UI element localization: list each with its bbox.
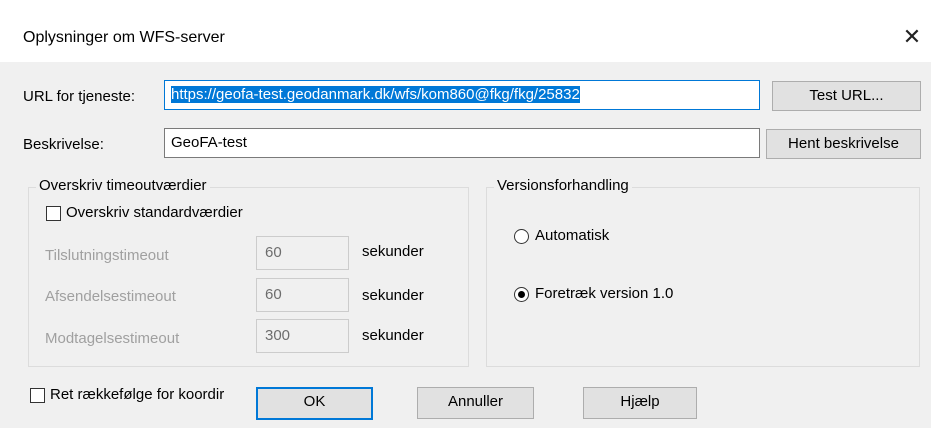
url-label: URL for tjeneste: — [23, 88, 135, 105]
close-icon[interactable]: ✕ — [893, 18, 931, 56]
title-bar: Oplysninger om WFS-server ✕ — [0, 0, 931, 62]
receive-timeout-input: 300 — [256, 319, 349, 353]
radio-selected-dot — [518, 291, 525, 298]
connect-timeout-input: 60 — [256, 236, 349, 270]
help-button[interactable]: Hjælp — [583, 387, 697, 419]
send-timeout-unit: sekunder — [362, 287, 424, 304]
automatic-radio[interactable] — [514, 229, 529, 244]
dialog-body: URL for tjeneste: https://geofa-test.geo… — [0, 62, 931, 428]
cancel-button[interactable]: Annuller — [417, 387, 534, 419]
connect-timeout-label: Tilslutningstimeout — [45, 247, 169, 264]
receive-timeout-unit: sekunder — [362, 327, 424, 344]
description-label: Beskrivelse: — [23, 136, 104, 153]
override-defaults-label: Overskriv standardværdier — [66, 204, 243, 221]
send-timeout-label: Afsendelsestimeout — [45, 288, 176, 305]
prefer-v1-label: Foretræk version 1.0 — [535, 285, 674, 302]
receive-timeout-label: Modtagelsestimeout — [45, 330, 180, 347]
timeouts-legend: Overskriv timeoutværdier — [36, 177, 210, 194]
coord-order-checkbox[interactable] — [30, 388, 45, 403]
version-group — [486, 187, 920, 367]
url-value: https://geofa-test.geodanmark.dk/wfs/kom… — [171, 86, 580, 103]
description-input[interactable]: GeoFA-test — [164, 128, 760, 158]
connect-timeout-unit: sekunder — [362, 243, 424, 260]
ok-button[interactable]: OK — [256, 387, 373, 420]
fetch-description-button[interactable]: Hent beskrivelse — [766, 129, 921, 159]
override-defaults-checkbox[interactable] — [46, 206, 61, 221]
url-input[interactable]: https://geofa-test.geodanmark.dk/wfs/kom… — [164, 80, 760, 110]
automatic-label: Automatisk — [535, 227, 610, 244]
prefer-v1-radio[interactable] — [514, 287, 529, 302]
window-title: Oplysninger om WFS-server — [23, 29, 225, 46]
version-legend: Versionsforhandling — [494, 177, 632, 194]
coord-order-label: Ret rækkefølge for koordir — [50, 386, 225, 403]
test-url-button[interactable]: Test URL... — [772, 81, 921, 111]
send-timeout-input: 60 — [256, 278, 349, 312]
